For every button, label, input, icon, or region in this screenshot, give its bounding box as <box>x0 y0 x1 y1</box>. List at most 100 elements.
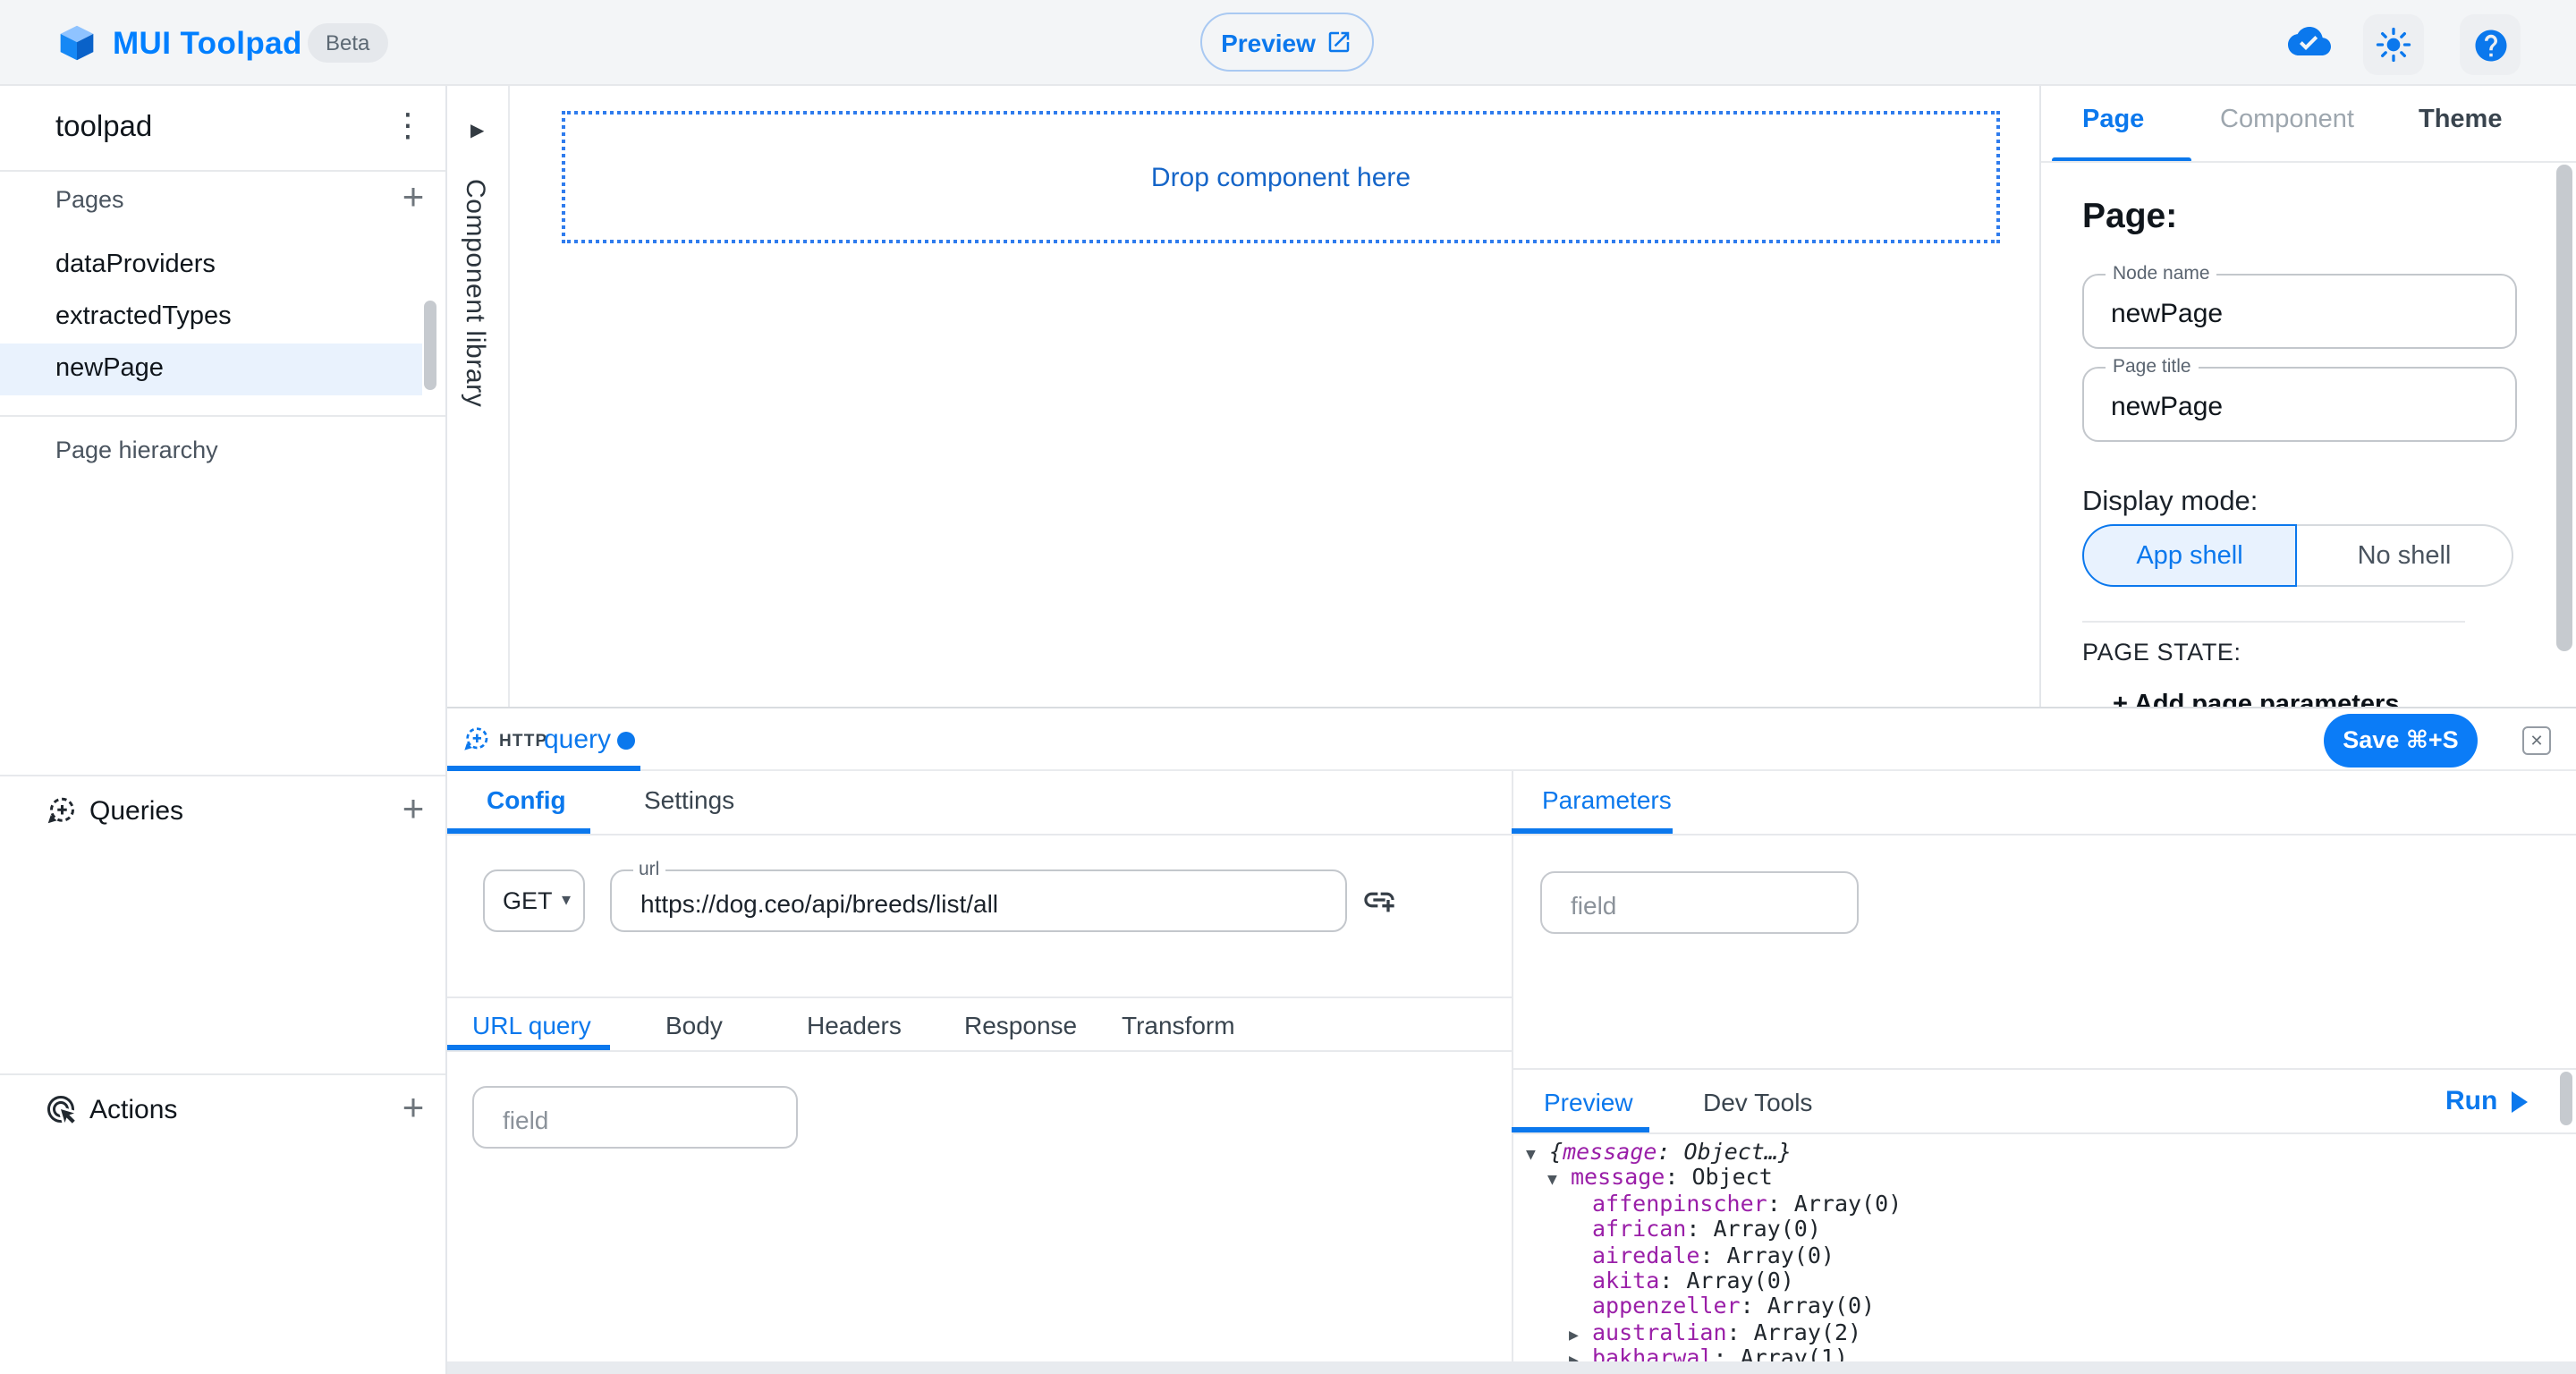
json-key: bakharwal <box>1592 1344 1713 1361</box>
drop-zone-text: Drop component here <box>1151 162 1411 192</box>
preview-button[interactable]: Preview <box>1200 13 1374 72</box>
request-tab[interactable]: Headers <box>807 1011 902 1039</box>
save-button[interactable]: Save ⌘+S <box>2324 714 2478 768</box>
json-value: { <box>1549 1138 1563 1165</box>
query-tab-underline <box>447 766 640 771</box>
query-tab[interactable]: query <box>544 725 611 755</box>
json-value: : Array(0) <box>1699 1241 1835 1268</box>
collapse-arrow-icon[interactable]: ▼ <box>1547 1169 1571 1195</box>
queries-section-label: Queries <box>89 796 183 827</box>
pages-scrollbar[interactable] <box>424 301 436 390</box>
arrow-drop-down-icon: ▾ <box>562 871 571 930</box>
config-tab-settings[interactable]: Settings <box>644 785 734 814</box>
parameters-tab[interactable]: Parameters <box>1542 785 1672 814</box>
run-play-icon <box>2512 1090 2528 1112</box>
json-key: australian <box>1592 1318 1727 1344</box>
json-key: message <box>1571 1164 1665 1191</box>
json-tree-row: ▼message: Object <box>1512 1166 2563 1192</box>
pages-section-label: Pages <box>55 186 124 213</box>
cloud-done-icon <box>2288 27 2331 59</box>
help-icon <box>2471 26 2509 64</box>
json-key: appenzeller <box>1592 1293 1741 1319</box>
close-panel-icon[interactable]: ✕ <box>2522 726 2551 755</box>
json-tree-row: ▶bakharwal: Array(1) <box>1512 1345 2563 1361</box>
expand-arrow-icon[interactable]: ▶ <box>1569 1349 1592 1361</box>
json-tree-row: african: Array(0) <box>1512 1217 2563 1243</box>
config-tab-config[interactable]: Config <box>487 785 566 814</box>
inspector-panel: PageComponentTheme Page: Node name Page … <box>2039 86 2576 707</box>
display-mode-toggle: App shellNo shell <box>2082 524 2513 587</box>
page-hierarchy-label: Page hierarchy <box>55 437 218 463</box>
inspector-scrollbar[interactable] <box>2556 165 2572 651</box>
component-library-panel[interactable]: ▶ Component library <box>447 86 510 707</box>
json-key: akita <box>1592 1267 1659 1293</box>
add-query-button[interactable]: + <box>392 791 435 834</box>
json-key: african <box>1592 1215 1686 1242</box>
json-value: : Array(2) <box>1727 1318 1862 1344</box>
bottom-scrollbar-track[interactable] <box>447 1361 2576 1374</box>
kebab-menu-icon[interactable]: ⋮ <box>386 104 429 147</box>
json-value: : Array(0) <box>1686 1215 1821 1242</box>
json-tree-row: appenzeller: Array(0) <box>1512 1294 2563 1320</box>
result-scrollbar[interactable] <box>2560 1072 2572 1125</box>
result-tab[interactable]: Dev Tools <box>1703 1088 1812 1116</box>
query-protocol-label: HTTP <box>499 732 547 751</box>
request-tab[interactable]: Response <box>964 1011 1077 1039</box>
json-value: : Object <box>1665 1164 1772 1191</box>
inspector-tab-theme[interactable]: Theme <box>2419 106 2503 134</box>
sidebar-page-item[interactable]: newPage <box>0 344 422 395</box>
toolpad-logo-icon <box>57 23 97 63</box>
http-method-select[interactable]: GET ▾ <box>483 869 585 932</box>
light-mode-icon <box>2376 27 2411 63</box>
request-tab[interactable]: Transform <box>1122 1011 1235 1039</box>
unsaved-indicator-dot <box>617 732 635 750</box>
component-library-label: Component library <box>460 179 490 407</box>
open-in-new-icon <box>1326 29 1353 55</box>
request-tab[interactable]: URL query <box>472 1011 591 1039</box>
http-method-value: GET <box>503 871 553 930</box>
app-window: MUI Toolpad Beta Preview toolpad ⋮ <box>0 0 2576 1374</box>
json-value: : Array(0) <box>1741 1293 1876 1319</box>
node-name-input[interactable] <box>2107 276 2490 351</box>
json-tree-row: airedale: Array(0) <box>1512 1243 2563 1268</box>
app-title: MUI Toolpad <box>113 25 302 63</box>
collapse-arrow-icon[interactable]: ▼ <box>1526 1143 1549 1169</box>
page-title-field: Page title <box>2082 367 2517 442</box>
request-tab[interactable]: Body <box>665 1011 723 1039</box>
json-tree-row: affenpinscher: Array(0) <box>1512 1192 2563 1217</box>
run-button-label: Run <box>2445 1086 2497 1116</box>
page-title-input[interactable] <box>2107 369 2490 444</box>
url-input[interactable] <box>637 871 1333 934</box>
parameter-input[interactable] <box>1567 873 1843 936</box>
json-tree-row: akita: Array(0) <box>1512 1268 2563 1294</box>
json-key: airedale <box>1592 1241 1699 1268</box>
query-icon <box>462 725 490 753</box>
sidebar-page-item[interactable]: dataProviders <box>0 240 422 292</box>
sidebar: toolpad ⋮ Pages + dataProvidersextracted… <box>0 86 447 1374</box>
display-mode-option[interactable]: App shell <box>2082 524 2297 587</box>
help-button[interactable] <box>2460 14 2521 75</box>
json-value: : Object…} <box>1657 1138 1792 1165</box>
url-field: url <box>610 869 1347 932</box>
drop-zone[interactable]: Drop component here <box>562 111 2000 243</box>
add-link-icon[interactable] <box>1361 882 1397 918</box>
display-mode-label: Display mode: <box>2082 487 2258 519</box>
parameter-field <box>1540 871 1859 934</box>
query-editor-panel: HTTP query Save ⌘+S ✕ Config Settings GET… <box>447 707 2576 1374</box>
add-action-button[interactable]: + <box>392 1090 435 1132</box>
json-value: : Array(0) <box>1767 1190 1902 1217</box>
run-button[interactable]: Run <box>2445 1086 2528 1116</box>
sidebar-page-item[interactable]: extractedTypes <box>0 292 422 344</box>
ads-click-icon <box>45 1093 77 1125</box>
result-tab[interactable]: Preview <box>1544 1088 1633 1116</box>
add-page-button[interactable]: + <box>392 179 435 222</box>
display-mode-option[interactable]: No shell <box>2297 524 2513 587</box>
json-key: affenpinscher <box>1592 1190 1767 1217</box>
url-query-input[interactable] <box>499 1088 775 1150</box>
inspector-tab-page[interactable]: Page <box>2082 106 2144 134</box>
chevron-right-icon[interactable]: ▶ <box>470 122 484 141</box>
theme-toggle-button[interactable] <box>2363 14 2424 75</box>
add-page-parameters-button[interactable]: + Add page parameters <box>2113 691 2399 707</box>
inspector-tab-component[interactable]: Component <box>2220 106 2354 134</box>
json-value: : Array(1) <box>1713 1344 1848 1361</box>
